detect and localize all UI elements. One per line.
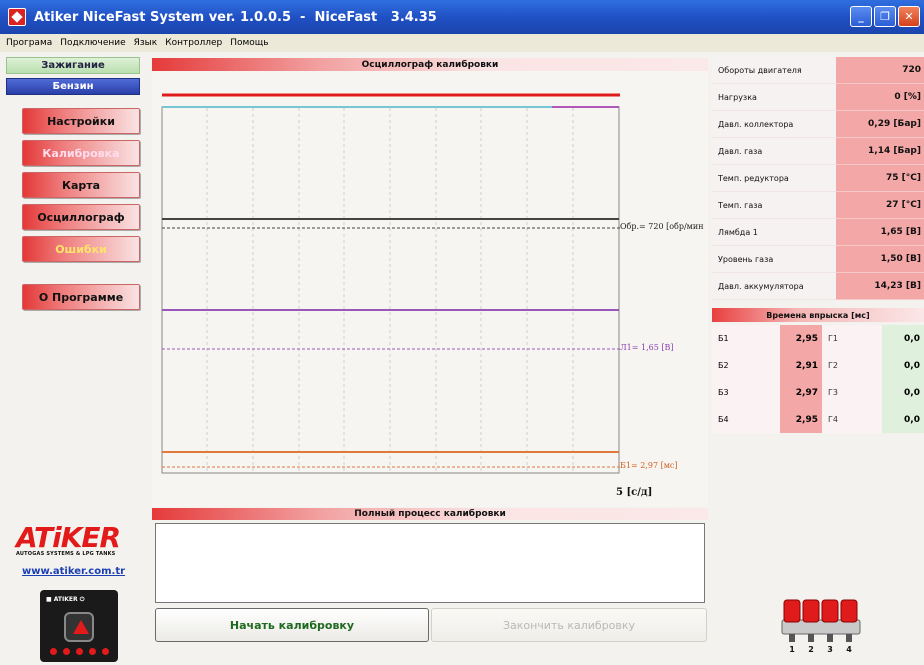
rail-number: 1 — [789, 645, 795, 654]
nav-about-button[interactable]: О Программе — [22, 284, 140, 310]
rpm-readout: Обр.= 720 [обр/мин — [620, 222, 704, 231]
process-title: Полный процесс калибровки — [152, 508, 708, 520]
rail-number: 2 — [808, 645, 814, 654]
param-name: Нагрузка — [712, 84, 836, 111]
parameters-table: Обороты двигателя 720 Нагрузка 0 [%] Давл.… — [712, 57, 924, 300]
petrol-injector-value: 2,95 — [780, 325, 822, 352]
gas-injector-name: Г4 — [822, 406, 882, 433]
param-row: Давл. коллектора 0,29 [Бар] — [712, 111, 924, 138]
device-logo-icon — [64, 612, 94, 642]
gas-injector-value: 0,0 — [882, 406, 924, 433]
start-calibration-button[interactable]: Начать калибровку — [155, 608, 429, 642]
close-icon[interactable]: ✕ — [898, 6, 920, 27]
time-scale-label: 5 [с/д] — [616, 487, 653, 498]
ignition-button[interactable]: Зажигание — [6, 57, 140, 74]
menu-language[interactable]: Язык — [134, 38, 158, 48]
end-calibration-button[interactable]: Закончить калибровку — [431, 608, 707, 642]
param-name: Темп. газа — [712, 192, 836, 219]
minimize-icon[interactable]: _ — [850, 6, 872, 27]
device-brand-label: ■ ATIKER ⏻ — [46, 596, 85, 603]
gas-injector-value: 0,0 — [882, 379, 924, 406]
param-row: Уровень газа 1,50 [В] — [712, 246, 924, 273]
logo-wordmark: ATiKER — [16, 521, 121, 554]
param-name: Лямбда 1 — [712, 219, 836, 246]
oscilloscope-panel: Обр.= 720 [обр/мин Л1= 1,65 [В] Б1= 2,97… — [152, 71, 708, 507]
rail-number: 4 — [846, 645, 852, 654]
param-value: 1,65 [В] — [836, 219, 924, 246]
device-leds — [50, 648, 109, 655]
menu-bar: Програма Подключение Язык Контроллер Пом… — [0, 34, 924, 52]
menu-program[interactable]: Програма — [6, 38, 52, 48]
lambda-readout: Л1= 1,65 [В] — [620, 343, 674, 352]
gas-injector-value: 0,0 — [882, 352, 924, 379]
param-value: 1,14 [Бар] — [836, 138, 924, 165]
menu-connection[interactable]: Подключение — [60, 38, 125, 48]
gas-injector-value: 0,0 — [882, 325, 924, 352]
param-row: Лямбда 1 1,65 [В] — [712, 219, 924, 246]
nav-calibration-button[interactable]: Калибровка — [22, 140, 140, 166]
nav-oscilloscope-button[interactable]: Осциллограф — [22, 204, 140, 230]
oscilloscope-chart — [161, 93, 622, 474]
atiker-logo: ATiKER AUTOGAS SYSTEMS & LPG TANKS — [16, 521, 142, 557]
injection-times-title: Времена впрыска [мс] — [712, 308, 924, 322]
param-value: 0,29 [Бар] — [836, 111, 924, 138]
controller-device-image: ■ ATIKER ⏻ — [40, 590, 118, 662]
injection-row: Б2 2,91 Г2 0,0 — [712, 352, 924, 379]
param-row: Обороты двигателя 720 — [712, 57, 924, 84]
menu-controller[interactable]: Контроллер — [165, 38, 222, 48]
website-link[interactable]: www.atiker.com.tr — [22, 566, 125, 577]
param-name: Уровень газа — [712, 246, 836, 273]
injection-row: Б1 2,95 Г1 0,0 — [712, 325, 924, 352]
rail-number: 3 — [827, 645, 833, 654]
gas-injector-name: Г2 — [822, 352, 882, 379]
param-row: Темп. редуктора 75 [°C] — [712, 165, 924, 192]
petrol-injector-name: Б4 — [712, 406, 780, 433]
param-name: Обороты двигателя — [712, 57, 836, 84]
nav-settings-button[interactable]: Настройки — [22, 108, 140, 134]
param-value: 1,50 [В] — [836, 246, 924, 273]
gas-injector-name: Г1 — [822, 325, 882, 352]
petrol-injector-value: 2,97 — [780, 379, 822, 406]
window-title: Atiker NiceFast System ver. 1.0.0.5 - Ni… — [34, 9, 437, 25]
fuel-mode-button[interactable]: Бензин — [6, 78, 140, 95]
param-name: Давл. газа — [712, 138, 836, 165]
injector-rail-icon: 1 2 3 4 — [781, 599, 861, 654]
gas-injector-name: Г3 — [822, 379, 882, 406]
param-name: Темп. редуктора — [712, 165, 836, 192]
logo-subtitle: AUTOGAS SYSTEMS & LPG TANKS — [16, 551, 116, 557]
petrol-injector-value: 2,95 — [780, 406, 822, 433]
title-bar: Atiker NiceFast System ver. 1.0.0.5 - Ni… — [0, 0, 924, 34]
param-name: Давл. коллектора — [712, 111, 836, 138]
app-window: Atiker NiceFast System ver. 1.0.0.5 - Ni… — [0, 0, 924, 665]
petrol-injector-name: Б2 — [712, 352, 780, 379]
petrol-injector-name: Б3 — [712, 379, 780, 406]
window-controls: _ ❐ ✕ — [850, 6, 920, 27]
petrol-injector-value: 2,91 — [780, 352, 822, 379]
petrol-injector-name: Б1 — [712, 325, 780, 352]
injection-row: Б3 2,97 Г3 0,0 — [712, 379, 924, 406]
process-log-box — [155, 523, 705, 603]
injection-row: Б4 2,95 Г4 0,0 — [712, 406, 924, 433]
nav-errors-button[interactable]: Ошибки — [22, 236, 140, 262]
param-value: 0 [%] — [836, 84, 924, 111]
param-row: Давл. газа 1,14 [Бар] — [712, 138, 924, 165]
menu-help[interactable]: Помощь — [230, 38, 268, 48]
param-value: 75 [°C] — [836, 165, 924, 192]
param-row: Давл. аккумулятора 14,23 [В] — [712, 273, 924, 300]
param-value: 27 [°C] — [836, 192, 924, 219]
app-logo-icon — [8, 8, 26, 26]
param-name: Давл. аккумулятора — [712, 273, 836, 300]
nav-map-button[interactable]: Карта — [22, 172, 140, 198]
param-row: Нагрузка 0 [%] — [712, 84, 924, 111]
param-value: 14,23 [В] — [836, 273, 924, 300]
oscilloscope-title: Осциллограф калибровки — [152, 58, 708, 71]
injection-readout: Б1= 2,97 [мс] — [620, 461, 678, 470]
maximize-icon[interactable]: ❐ — [874, 6, 896, 27]
param-row: Темп. газа 27 [°C] — [712, 192, 924, 219]
param-value: 720 — [836, 57, 924, 84]
